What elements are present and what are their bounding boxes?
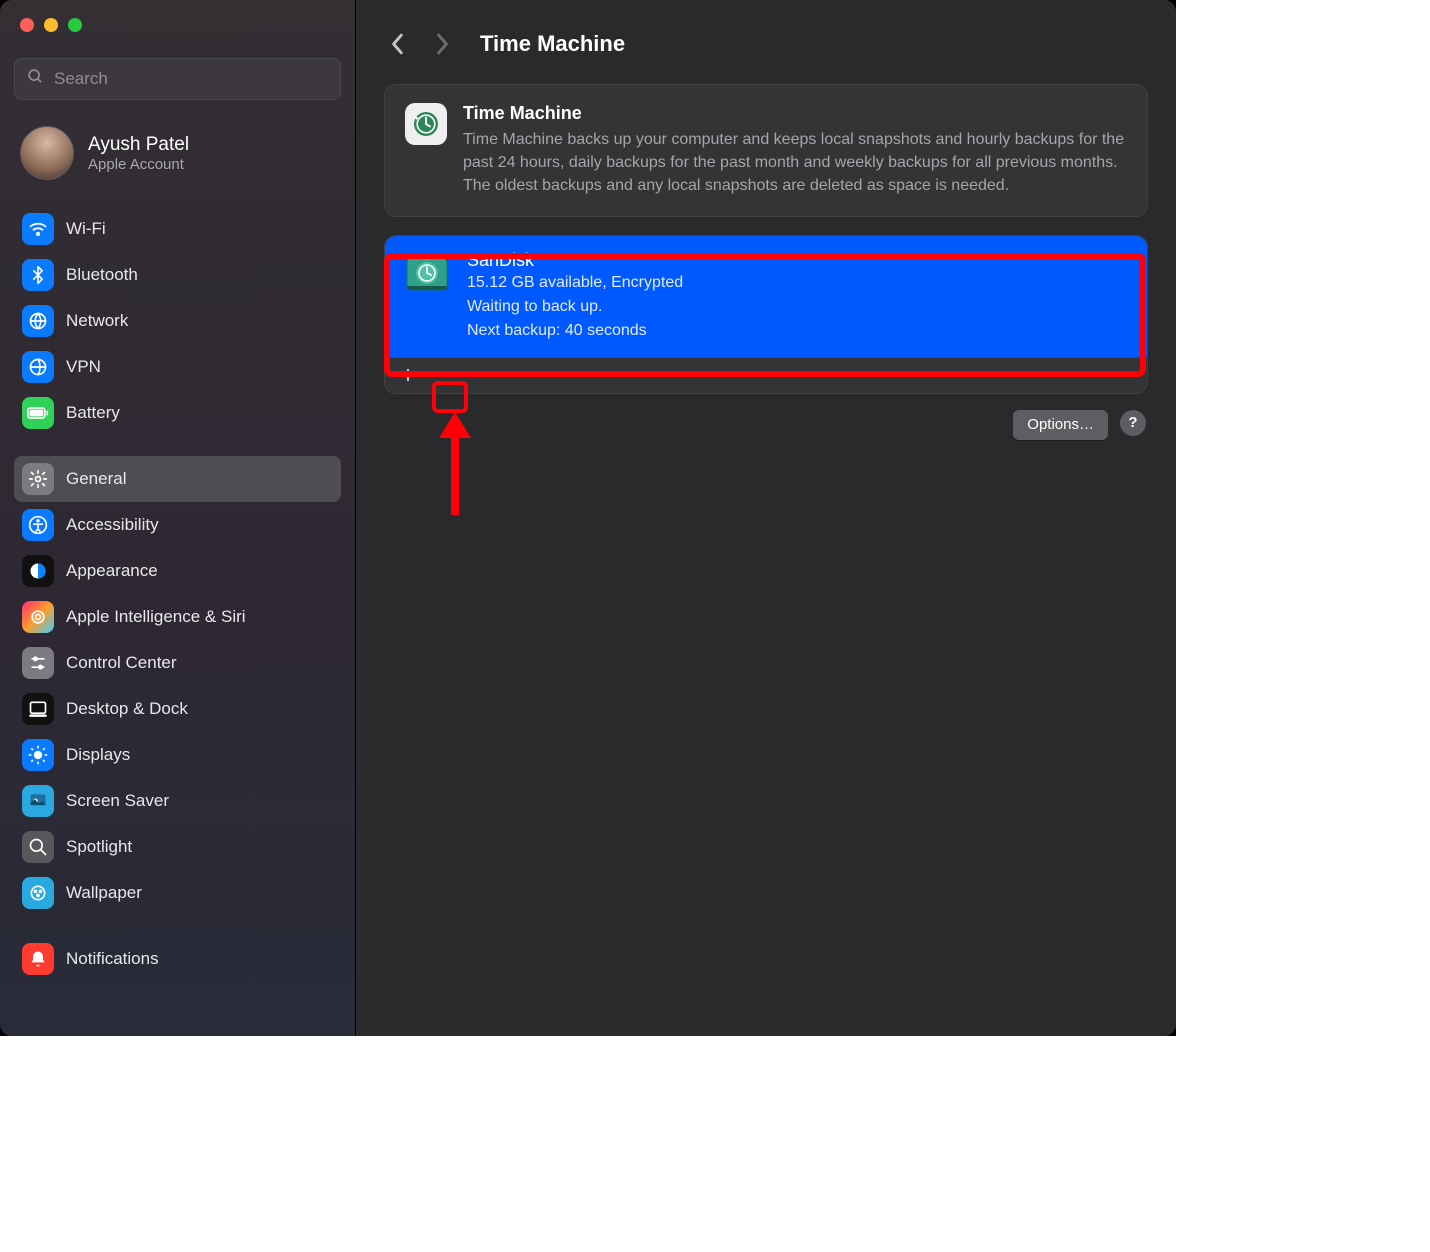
wifi-icon (22, 213, 54, 245)
info-title: Time Machine (463, 103, 1127, 124)
sidebar-item-notifications[interactable]: Notifications (14, 936, 341, 982)
sidebar-item-label: Apple Intelligence & Siri (66, 607, 246, 627)
sidebar: Ayush Patel Apple Account Wi-Fi Bluetooth… (0, 0, 356, 1036)
content-header: Time Machine (384, 16, 1148, 72)
account-name: Ayush Patel (88, 134, 189, 156)
sidebar-item-label: Accessibility (66, 515, 159, 535)
sidebar-item-dock[interactable]: Desktop & Dock (14, 686, 341, 732)
sidebar-item-displays[interactable]: Displays (14, 732, 341, 778)
sidebar-item-wifi[interactable]: Wi-Fi (14, 206, 341, 252)
add-disk-button[interactable] (393, 362, 423, 388)
disk-status-line: Waiting to back up. (467, 295, 683, 319)
remove-disk-button[interactable] (427, 362, 457, 388)
backup-disk-row[interactable]: SanDisk 15.12 GB available, Encrypted Wa… (385, 236, 1147, 357)
sidebar-item-screensaver[interactable]: Screen Saver (14, 778, 341, 824)
accessibility-icon (22, 509, 54, 541)
sidebar-item-label: Control Center (66, 653, 177, 673)
cc-icon (22, 647, 54, 679)
time-machine-app-icon (405, 103, 447, 145)
options-button[interactable]: Options… (1013, 410, 1108, 440)
sidebar-item-label: General (66, 469, 126, 489)
search-field[interactable] (14, 58, 341, 100)
background-right (1176, 0, 1430, 1036)
info-description: Time Machine backs up your computer and … (463, 128, 1127, 198)
backup-disk-list: SanDisk 15.12 GB available, Encrypted Wa… (384, 235, 1148, 394)
sidebar-item-label: Wallpaper (66, 883, 142, 903)
sidebar-item-label: Desktop & Dock (66, 699, 188, 719)
disk-list-toolbar (385, 357, 1147, 393)
sidebar-item-cc[interactable]: Control Center (14, 640, 341, 686)
search-icon (27, 68, 44, 90)
ai-icon (22, 601, 54, 633)
sidebar-item-label: Appearance (66, 561, 158, 581)
backup-disk-icon (403, 250, 451, 298)
screensaver-icon (22, 785, 54, 817)
vpn-icon (22, 351, 54, 383)
window-controls (20, 18, 341, 32)
sidebar-item-spotlight[interactable]: Spotlight (14, 824, 341, 870)
content-pane: Time Machine Time Machine Time Machine b… (356, 0, 1176, 1036)
apple-account-row[interactable]: Ayush Patel Apple Account (14, 124, 341, 182)
sidebar-item-appearance[interactable]: Appearance (14, 548, 341, 594)
notifications-icon (22, 943, 54, 975)
bluetooth-icon (22, 259, 54, 291)
dock-icon (22, 693, 54, 725)
network-icon (22, 305, 54, 337)
search-input[interactable] (54, 69, 328, 89)
appearance-icon (22, 555, 54, 587)
settings-window: Ayush Patel Apple Account Wi-Fi Bluetooth… (0, 0, 1176, 1036)
sidebar-item-accessibility[interactable]: Accessibility (14, 502, 341, 548)
close-window-button[interactable] (20, 18, 34, 32)
sidebar-item-battery[interactable]: Battery (14, 390, 341, 436)
sidebar-item-general[interactable]: General (14, 456, 341, 502)
sidebar-item-label: Spotlight (66, 837, 132, 857)
displays-icon (22, 739, 54, 771)
disk-available-line: 15.12 GB available, Encrypted (467, 271, 683, 295)
wallpaper-icon (22, 877, 54, 909)
background-bottom (0, 1036, 1430, 1252)
page-title: Time Machine (480, 31, 625, 57)
sidebar-item-label: Network (66, 311, 128, 331)
sidebar-item-label: Wi-Fi (66, 219, 106, 239)
spotlight-icon (22, 831, 54, 863)
avatar (20, 126, 74, 180)
disk-name: SanDisk (467, 250, 683, 271)
sidebar-item-label: Battery (66, 403, 120, 423)
sidebar-item-bluetooth[interactable]: Bluetooth (14, 252, 341, 298)
disk-next-backup-line: Next backup: 40 seconds (467, 319, 683, 343)
minimize-window-button[interactable] (44, 18, 58, 32)
general-icon (22, 463, 54, 495)
sidebar-item-label: Screen Saver (66, 791, 169, 811)
sidebar-item-label: VPN (66, 357, 101, 377)
content-footer: Options… ? (384, 394, 1148, 456)
sidebar-item-vpn[interactable]: VPN (14, 344, 341, 390)
sidebar-item-ai[interactable]: Apple Intelligence & Siri (14, 594, 341, 640)
account-subtitle: Apple Account (88, 156, 189, 173)
sidebar-nav: Wi-Fi Bluetooth Network VPN Battery General Ac… (14, 206, 341, 982)
battery-icon (22, 397, 54, 429)
sidebar-item-label: Bluetooth (66, 265, 138, 285)
sidebar-item-label: Displays (66, 745, 130, 765)
back-button[interactable] (384, 30, 412, 58)
zoom-window-button[interactable] (68, 18, 82, 32)
sidebar-item-label: Notifications (66, 949, 159, 969)
sidebar-item-network[interactable]: Network (14, 298, 341, 344)
time-machine-info-panel: Time Machine Time Machine backs up your … (384, 84, 1148, 217)
help-button[interactable]: ? (1120, 410, 1146, 436)
sidebar-item-wallpaper[interactable]: Wallpaper (14, 870, 341, 916)
forward-button[interactable] (428, 30, 456, 58)
